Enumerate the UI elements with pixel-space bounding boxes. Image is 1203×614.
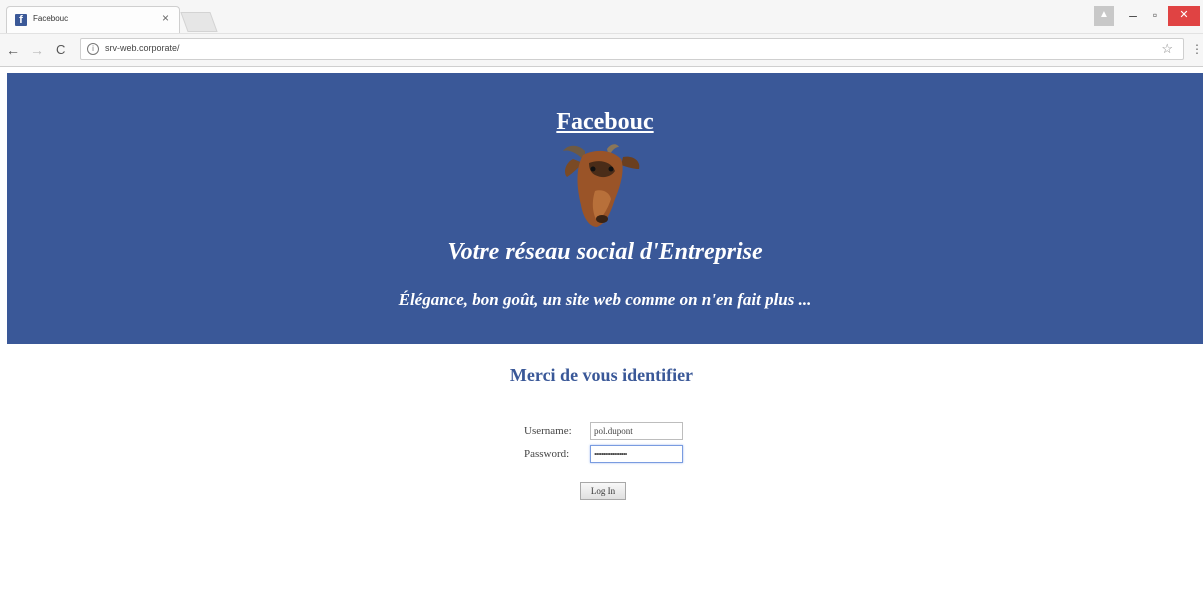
info-icon[interactable]: i (87, 43, 99, 55)
password-label: Password: (524, 448, 570, 460)
tab-title: Facebouc (33, 14, 69, 23)
tagline: Votre réseau social d'Entreprise (447, 239, 763, 265)
forward-icon[interactable]: → (30, 42, 44, 58)
login-button[interactable]: Log In (580, 482, 626, 500)
back-icon[interactable]: ← (6, 42, 20, 58)
new-tab-button[interactable] (180, 12, 218, 32)
username-label: Username: (524, 425, 572, 437)
user-profile-icon[interactable]: ▲ (1094, 6, 1114, 26)
subtagline: Élégance, bon goût, un site web comme on… (398, 290, 812, 309)
url-text[interactable]: srv-web.corporate/ (105, 43, 180, 53)
login-heading: Merci de vous identifier (509, 365, 694, 385)
password-input[interactable] (590, 445, 683, 463)
facebook-favicon-icon: f (15, 14, 27, 26)
username-input[interactable] (590, 422, 683, 440)
tab-strip: f Facebouc × ▲ – ▫ ✕ (0, 0, 1203, 34)
close-icon[interactable]: × (162, 11, 169, 25)
brand-link[interactable]: Facebouc (7, 109, 1203, 136)
browser-toolbar: ← → C i srv-web.corporate/ ☆ ⋮ (0, 34, 1203, 67)
minimize-button[interactable]: – (1124, 6, 1142, 26)
window-close-button[interactable]: ✕ (1168, 6, 1200, 26)
star-icon[interactable]: ☆ (1161, 41, 1173, 57)
goat-image (563, 144, 640, 227)
header-banner: Facebouc Votre réseau social d'Entrepris… (7, 73, 1203, 344)
maximize-button[interactable]: ▫ (1146, 6, 1164, 26)
reload-icon[interactable]: C (56, 42, 65, 58)
browser-tab[interactable]: f Facebouc × (6, 6, 180, 33)
address-bar[interactable]: i srv-web.corporate/ ☆ (80, 38, 1184, 60)
menu-icon[interactable]: ⋮ (1191, 42, 1203, 56)
